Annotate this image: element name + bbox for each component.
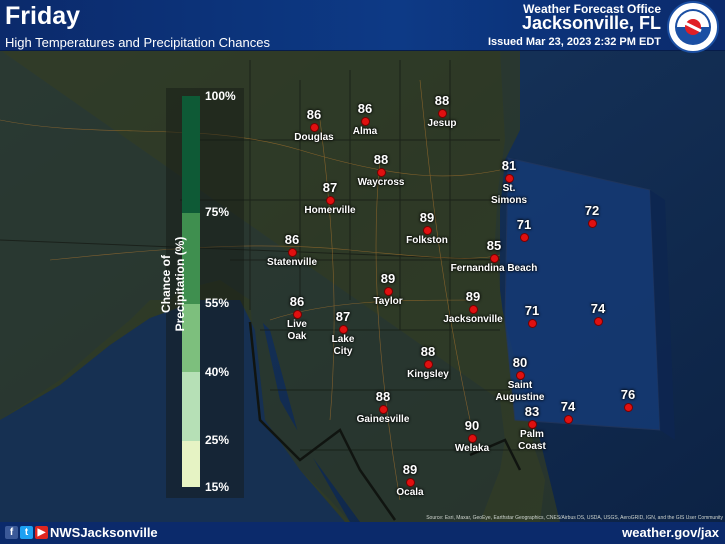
station-temp: 88 [434,93,450,108]
legend-tick: 15% [205,480,230,494]
station-name: Jesup [427,118,457,129]
station-name: Gainesville [356,414,410,425]
station-temp: 89 [402,462,418,477]
map-credit: Source: Esri, Maxar, GeoEye, Earthstar G… [426,515,723,521]
station-taylor: 89 Taylor [343,271,433,308]
station-name: Welaka [454,443,490,454]
marine-temp: 72 [584,203,600,218]
station-ocala: 89 Ocala [365,462,455,499]
station-statenville: 86 Statenville [247,232,337,269]
marine-temp: 74 [590,301,606,316]
station-marker [383,287,393,296]
station-gainesville: 88 Gainesville [338,389,428,426]
station-temp: 86 [284,232,300,247]
station-marker [437,109,447,118]
station-name: Fernandina Beach [450,263,538,274]
marine-point: 72 [547,203,637,228]
legend-tick: 40% [205,365,230,379]
station-temp: 89 [380,271,396,286]
station-marker [468,305,478,314]
station-temp: 88 [375,389,391,404]
station-fernandina-beach: 85 Fernandina Beach [449,238,539,275]
station-name: Taylor [373,296,403,307]
station-marker [423,360,433,369]
marine-marker [593,317,603,326]
nws-logo-icon [667,1,719,53]
issued-time: Issued Mar 23, 2023 2:32 PM EDT [487,36,661,48]
station-marker [360,117,370,126]
station-marker [376,168,386,177]
station-jesup: 88 Jesup [397,93,487,130]
twitter-icon[interactable]: t [20,526,33,539]
station-temp: 80 [512,355,528,370]
marine-marker [519,233,529,242]
station-marker [405,478,415,487]
marine-marker [527,319,537,328]
station-name: Lake City [331,334,355,357]
station-marker [287,248,297,257]
marine-point: 74 [553,301,643,326]
station-marker [489,254,499,263]
office-city: Jacksonville, FL [521,13,661,33]
legend-title: Chance of Precipitation (%) [159,236,187,332]
marine-marker [623,403,633,412]
station-marker [378,405,388,414]
station-temp: 90 [464,418,480,433]
station-temp: 86 [289,294,305,309]
station-marker [504,174,514,183]
social-handle[interactable]: NWSJacksonville [50,525,158,540]
page-subtitle: High Temperatures and Precipitation Chan… [5,35,270,50]
station-kingsley: 88 Kingsley [383,344,473,381]
station-temp: 81 [501,158,517,173]
station-name: Statenville [266,257,318,268]
station-marker [467,434,477,443]
station-marker [309,123,319,132]
station-lake-city: 87 Lake City [298,309,388,358]
station-temp: 87 [322,180,338,195]
station-welaka: 90 Welaka [427,418,517,455]
legend-tick: 25% [205,433,230,447]
station-marker [422,226,432,235]
youtube-icon[interactable]: ▶ [35,526,48,539]
legend-tick: 100% [205,89,236,103]
marine-temp: 76 [620,387,636,402]
station-name: St. Simons [490,183,528,206]
facebook-icon[interactable]: f [5,526,18,539]
station-temp: 88 [420,344,436,359]
station-marker [338,325,348,334]
station-name: Ocala [396,487,424,498]
marine-marker [563,415,573,424]
station-marker [325,196,335,205]
legend-tick: 55% [205,296,230,310]
legend-seg-100 [182,96,200,213]
station-name: Homerville [304,205,356,216]
website-link[interactable]: weather.gov/jax [622,525,719,540]
station-st-simons: 81 St. Simons [464,158,554,207]
station-saint-augustine: 80 Saint Augustine [475,355,565,404]
station-homerville: 87 Homerville [285,180,375,217]
legend-seg-25 [182,441,200,487]
marine-point: 76 [583,387,673,412]
marine-marker [587,219,597,228]
station-temp: 87 [335,309,351,324]
station-temp: 88 [373,152,389,167]
legend-tick: 75% [205,205,230,219]
station-name: Kingsley [407,369,449,380]
station-marker [515,371,525,380]
page-title: Friday [5,2,81,30]
station-name: Palm Coast [518,429,546,452]
legend-seg-40 [182,372,200,441]
station-temp: 89 [419,210,435,225]
